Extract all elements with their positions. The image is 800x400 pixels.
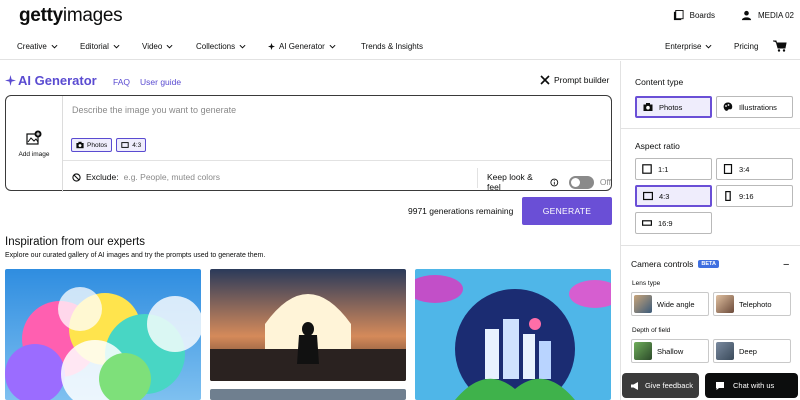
toggle-state: Off	[599, 177, 612, 187]
chevron-down-icon	[51, 44, 58, 49]
wide-angle-thumbnail	[634, 295, 652, 313]
aspect-ratio-label: Aspect ratio	[635, 141, 680, 151]
top-bar: gettyimages Boards MEDIA 02	[0, 0, 800, 34]
getty-logo[interactable]: gettyimages	[19, 5, 123, 27]
exclude-input[interactable]: e.g. People, muted colors	[124, 172, 220, 182]
depth-deep-option[interactable]: Deep	[713, 339, 791, 363]
main-nav: Creative Editorial Video Collections AI …	[0, 34, 800, 60]
gallery-image-colorful-clouds[interactable]	[5, 269, 201, 400]
chevron-down-icon	[166, 44, 173, 49]
gallery-image-partial[interactable]	[210, 389, 406, 400]
tools-icon	[540, 75, 550, 85]
generations-remaining: 9971 generations remaining	[408, 206, 514, 216]
camera-icon	[76, 141, 84, 149]
aspect-3-4-option[interactable]: 3:4	[716, 158, 793, 180]
keep-look-toggle[interactable]	[568, 175, 594, 189]
nav-editorial[interactable]: Editorial	[80, 42, 120, 51]
exclude-field[interactable]: Exclude: e.g. People, muted colors	[72, 172, 220, 182]
aspect-1-1-option[interactable]: 1:1	[635, 158, 712, 180]
add-image-icon	[26, 130, 42, 145]
nav-pricing[interactable]: Pricing	[734, 42, 758, 51]
panel-divider	[621, 128, 800, 129]
generate-button[interactable]: GENERATE	[522, 197, 612, 225]
depth-of-field-label: Depth of field	[632, 327, 671, 334]
aspect-4-3-option[interactable]: 4:3	[635, 185, 712, 207]
inspiration-subtitle: Explore our curated gallery of AI images…	[5, 252, 266, 259]
panel-divider	[621, 245, 800, 246]
help-links: FAQ User guide	[113, 77, 181, 87]
prompt-builder-button[interactable]: Prompt builder	[540, 75, 609, 85]
chevron-down-icon	[239, 44, 246, 49]
user-guide-link[interactable]: User guide	[140, 77, 181, 87]
beta-badge: BETA	[698, 260, 719, 268]
content-photos-option[interactable]: Photos	[635, 96, 712, 118]
collapse-icon[interactable]: −	[783, 259, 789, 271]
content-illustrations-option[interactable]: Illustrations	[716, 96, 793, 118]
aspect-icon	[121, 142, 129, 148]
tall-portrait-icon	[725, 191, 731, 201]
nav-enterprise[interactable]: Enterprise	[665, 42, 712, 51]
deep-thumbnail	[716, 342, 734, 360]
nav-ai-generator[interactable]: AI Generator	[268, 42, 336, 51]
landscape-icon	[643, 191, 653, 201]
aspect-9-16-option[interactable]: 9:16	[716, 185, 793, 207]
chevron-down-icon	[705, 44, 712, 49]
keep-divider	[477, 168, 478, 188]
nav-collections[interactable]: Collections	[196, 42, 246, 51]
info-icon[interactable]	[550, 178, 559, 187]
prompt-box: Add image Describe the image you want to…	[5, 95, 612, 192]
nav-trends[interactable]: Trends & Insights	[361, 42, 423, 51]
nav-creative[interactable]: Creative	[17, 42, 58, 51]
camera-controls-title: Camera controls BETA	[631, 259, 719, 269]
megaphone-icon	[631, 381, 638, 390]
palette-icon	[723, 102, 733, 111]
nav-video[interactable]: Video	[142, 42, 173, 51]
shallow-thumbnail	[634, 342, 652, 360]
lens-wide-angle-option[interactable]: Wide angle	[631, 292, 709, 316]
chat-button[interactable]: Chat with us	[705, 373, 798, 398]
chip-photos[interactable]: Photos	[71, 138, 113, 152]
boards-icon[interactable]	[673, 10, 684, 21]
lens-telephoto-option[interactable]: Telephoto	[713, 292, 791, 316]
boards-link[interactable]: Boards	[690, 11, 715, 20]
faq-link[interactable]: FAQ	[113, 77, 130, 87]
chevron-down-icon	[113, 44, 120, 49]
camera-icon	[643, 103, 653, 111]
cart-icon[interactable]	[773, 40, 787, 52]
prompt-divider	[63, 160, 611, 161]
add-image-button[interactable]: Add image	[6, 96, 63, 192]
keep-look-feel: Keep look & feel Off	[487, 172, 612, 192]
ai-generator-title: AI Generator	[5, 73, 97, 88]
block-icon	[72, 172, 81, 182]
selected-chips: Photos 4:3	[71, 138, 147, 152]
gallery-image-city-globe[interactable]	[415, 269, 611, 400]
gallery-image-silhouette-arch[interactable]	[210, 269, 406, 381]
inspiration-title: Inspiration from our experts	[5, 236, 145, 248]
wide-icon	[642, 220, 652, 226]
give-feedback-button[interactable]: Give feedback	[622, 373, 699, 398]
sparkle-icon	[268, 43, 275, 50]
account-link[interactable]: MEDIA 02	[758, 11, 794, 20]
settings-panel: Content type Photos Illustrations Aspect…	[620, 61, 800, 400]
aspect-16-9-option[interactable]: 16:9	[635, 212, 712, 234]
chevron-down-icon	[329, 44, 336, 49]
square-icon	[642, 164, 652, 174]
user-icon[interactable]	[741, 10, 752, 21]
lens-type-label: Lens type	[632, 280, 661, 287]
prompt-input[interactable]: Describe the image you want to generate	[72, 105, 236, 115]
chip-aspect[interactable]: 4:3	[116, 138, 147, 152]
chat-icon	[716, 381, 724, 390]
depth-shallow-option[interactable]: Shallow	[631, 339, 709, 363]
telephoto-thumbnail	[716, 295, 734, 313]
sparkle-icon	[5, 75, 16, 86]
portrait-icon	[723, 164, 733, 174]
account-area: Boards MEDIA 02	[673, 10, 794, 21]
content-type-label: Content type	[635, 77, 684, 87]
